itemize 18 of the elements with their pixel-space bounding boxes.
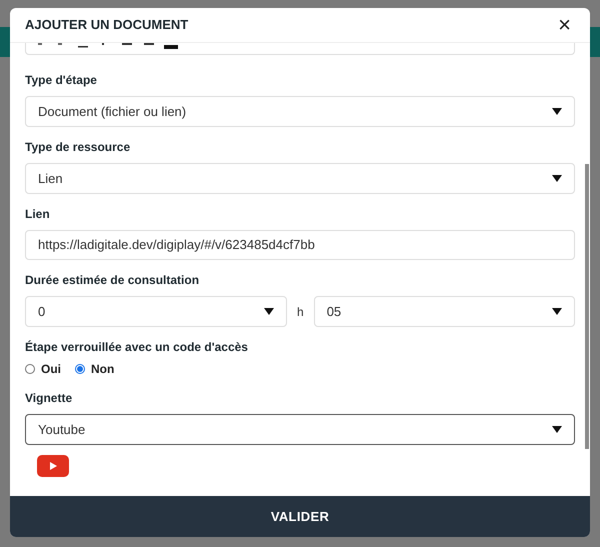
field-label: Étape verrouillée avec un code d'accès xyxy=(25,339,249,356)
field-label: Type d'étape xyxy=(25,72,98,89)
input-field[interactable]: https://ladigitale.dev/digiplay/#/v/623485d4cf7bb xyxy=(25,230,575,260)
radio-label: Oui xyxy=(41,361,61,378)
field-label: Vignette xyxy=(25,390,74,407)
unit-label: h xyxy=(296,304,305,320)
select-field[interactable]: Document (fichier ou lien) xyxy=(25,96,575,127)
close-button[interactable]: × xyxy=(554,14,575,36)
field-label: Type de ressource xyxy=(25,139,132,156)
validate-button[interactable]: VALIDER xyxy=(10,496,590,537)
select-field[interactable]: 05 xyxy=(314,296,575,327)
radio-label: Non xyxy=(91,361,114,378)
field-label: Durée estimée de consultation xyxy=(25,272,200,289)
dialog-title: AJOUTER UN DOCUMENT xyxy=(25,16,188,34)
select-field[interactable]: Youtube xyxy=(25,414,575,445)
select-field[interactable]: 0 xyxy=(25,296,287,327)
select-field[interactable]: Lien xyxy=(25,163,575,194)
field-label: Lien xyxy=(25,206,51,223)
